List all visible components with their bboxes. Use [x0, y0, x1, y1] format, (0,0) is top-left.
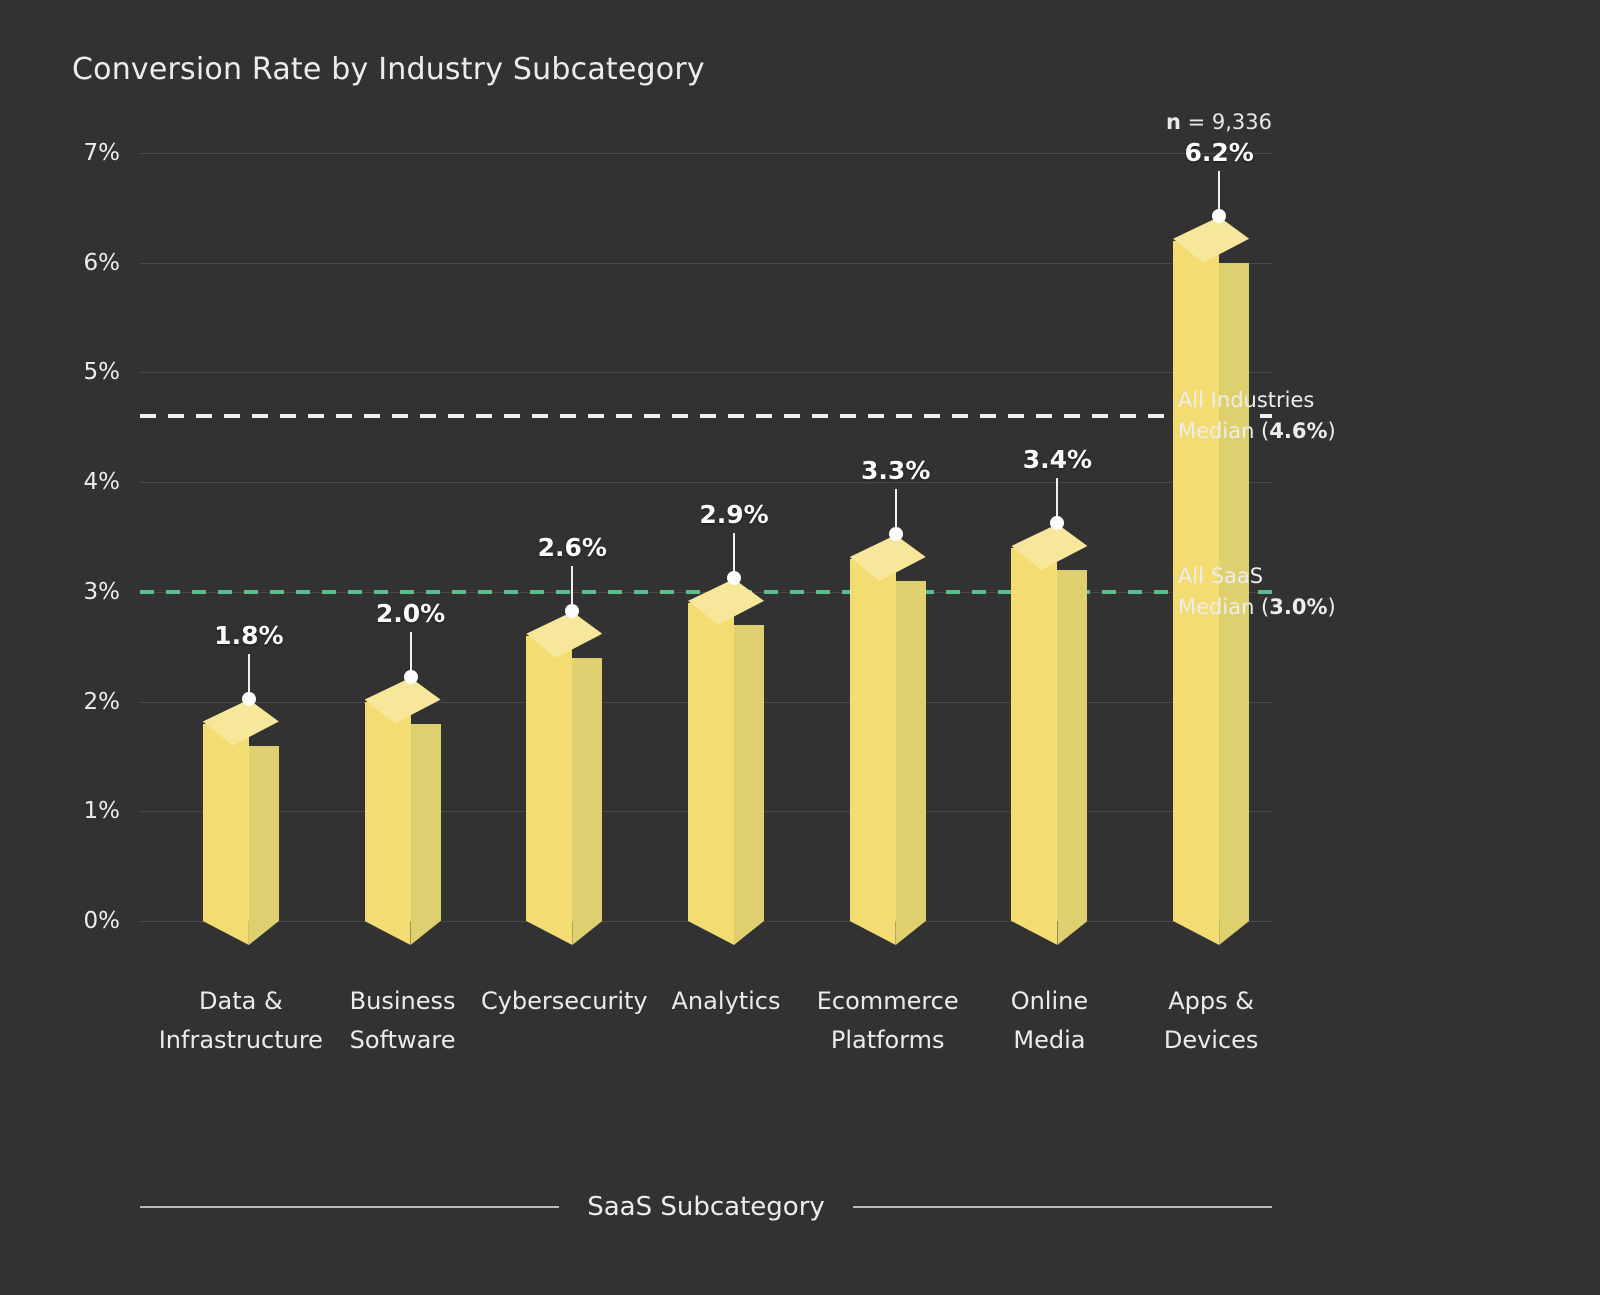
y-axis-tick-label: 3% — [83, 578, 121, 605]
all-industries-median-label: All Industries Median (4.6%) — [1178, 385, 1336, 447]
gridline — [140, 482, 1272, 484]
bar-value-dot — [565, 603, 580, 618]
bar-leader-line — [1056, 477, 1059, 520]
bar-value-label: 2.6% — [537, 532, 607, 562]
bar-value-dot — [727, 570, 741, 585]
plot-area: 0% 1% 2% 3% 4% 5% 6% 7% 1.8% 2.0% 2.6% 2.9% 3.3% 3.4… — [84, 138, 1272, 945]
y-axis-tick-label: 4% — [83, 469, 121, 496]
bar-front-face — [1011, 547, 1058, 921]
bar-bottom-side — [1057, 921, 1088, 945]
reference-line-industries-median — [140, 414, 1272, 419]
bar-bottom-front — [1173, 921, 1220, 945]
category-label-line2: Devices — [1163, 1026, 1259, 1054]
bar-bottom-front — [364, 921, 411, 945]
bar-value-dot — [403, 669, 418, 684]
chart-canvas: Conversion Rate by Industry Subcategory … — [0, 0, 1600, 1295]
bar-leader-line — [409, 631, 412, 674]
bar-value-label: 1.8% — [214, 620, 284, 650]
bar-value-dot — [241, 691, 256, 706]
axis-rule-right — [852, 1206, 1272, 1208]
y-axis-tick-label: 2% — [83, 688, 121, 715]
bar-side-face — [248, 745, 279, 921]
bar-side-face — [895, 580, 926, 921]
bar-value-dot — [1212, 208, 1227, 223]
bar-leader-line — [247, 653, 250, 696]
bar[interactable]: 2.0% — [364, 599, 445, 945]
bar-front-face — [364, 701, 411, 921]
category-label-line1: Apps & — [1168, 987, 1254, 1015]
sample-size-annotation: n = 9,336 — [1166, 110, 1272, 134]
ref-label-line1: All SaaS — [1178, 563, 1264, 588]
all-saas-median-label: All SaaS Median (3.0%) — [1178, 561, 1336, 623]
y-axis-tick-label: 7% — [83, 140, 121, 166]
bar-value-dot — [888, 526, 903, 541]
bar-side-face — [734, 624, 764, 921]
bar-side-face — [410, 723, 441, 921]
y-axis-tick-label: 1% — [83, 798, 121, 825]
bar-bottom-front — [202, 921, 249, 945]
bar-side-face — [572, 657, 603, 921]
sample-size-value: = 9,336 — [1187, 110, 1272, 134]
bar-bottom-side — [1219, 921, 1250, 945]
bar-bottom-front — [849, 921, 896, 945]
ref-label-line2: Median (4.6%) — [1178, 419, 1336, 444]
bar-value-label: 6.2% — [1184, 137, 1254, 167]
bar[interactable]: 1.8% — [202, 621, 284, 945]
ref-label-value: 4.6% — [1269, 419, 1328, 444]
bar-value-label: 3.3% — [861, 455, 931, 485]
bar[interactable]: 2.6% — [526, 533, 607, 945]
bar-bottom-side — [410, 921, 441, 945]
ref-label-line1: All Industries — [1178, 388, 1315, 413]
sample-size-symbol: n — [1165, 110, 1181, 134]
bar-leader-line — [571, 565, 574, 608]
bar-bottom-side — [895, 921, 926, 945]
x-axis-title-group: SaaS Subcategory — [140, 1192, 1272, 1222]
bar-front-face — [526, 635, 573, 921]
bar-leader-line — [733, 532, 735, 575]
x-axis-title: SaaS Subcategory — [587, 1192, 825, 1222]
bar-bottom-side — [572, 921, 603, 945]
bar[interactable]: 3.4% — [1011, 445, 1092, 945]
page-title: Conversion Rate by Industry Subcategory — [72, 52, 705, 87]
bar-leader-line — [1218, 170, 1221, 213]
bar-value-label: 2.0% — [375, 598, 446, 628]
axis-rule-left — [140, 1206, 560, 1208]
y-axis-tick-label: 0% — [83, 908, 121, 934]
bar-bottom-side — [734, 921, 764, 945]
bar-front-face — [849, 558, 896, 921]
bar-bottom-front — [688, 921, 734, 945]
y-axis-tick-label: 6% — [83, 249, 121, 276]
ref-label-value: 3.0% — [1269, 594, 1328, 619]
bar-bottom-front — [1011, 921, 1058, 945]
bar[interactable]: 3.3% — [849, 456, 930, 945]
y-axis-tick-label: 5% — [83, 359, 121, 386]
gridline — [140, 262, 1272, 264]
bar-value-label: 3.4% — [1022, 444, 1093, 474]
ref-label-line2: Median (3.0%) — [1178, 594, 1336, 619]
bar-value-label: 2.9% — [699, 499, 769, 529]
bar-leader-line — [894, 488, 897, 531]
bar-bottom-front — [526, 921, 573, 945]
bar-front-face — [688, 602, 734, 921]
x-axis-category-label: Apps & Devices — [1111, 982, 1311, 1060]
bar-side-face — [1057, 569, 1088, 921]
bar-front-face — [202, 723, 249, 921]
bar-bottom-side — [248, 921, 279, 945]
category-label-line2: Software — [349, 1026, 456, 1054]
bar[interactable]: 2.9% — [688, 500, 769, 945]
gridline — [140, 372, 1272, 374]
gridline — [140, 153, 1272, 154]
